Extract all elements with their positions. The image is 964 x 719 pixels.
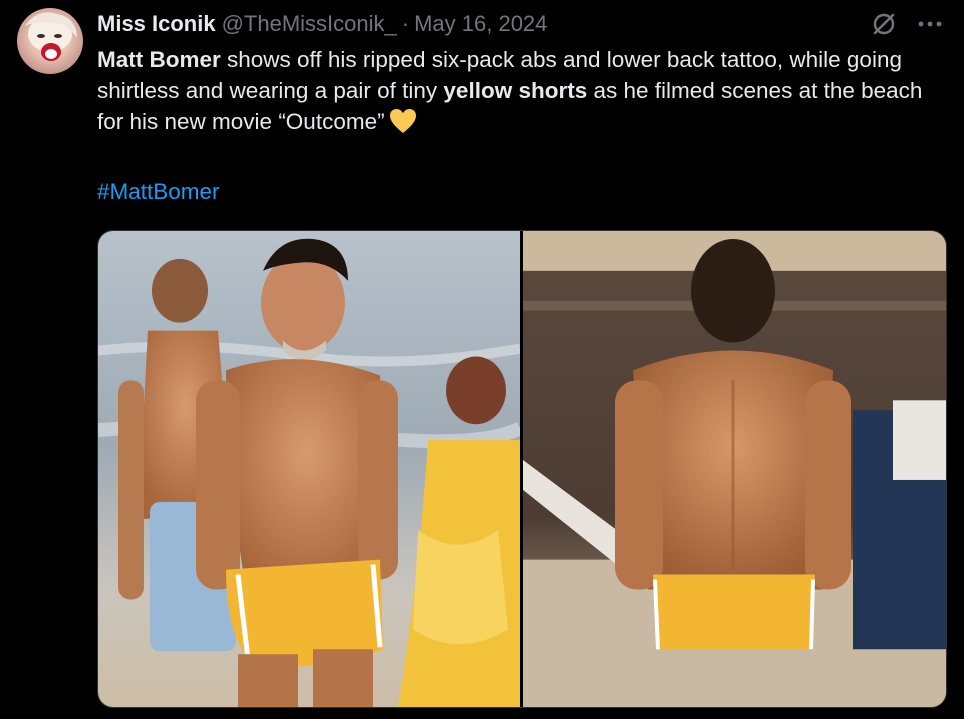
avatar[interactable] [17, 8, 83, 74]
tweet-header: Miss Iconik @TheMissIconik_ · May 16, 20… [97, 9, 547, 39]
tweet: Miss Iconik @TheMissIconik_ · May 16, 20… [0, 0, 964, 719]
header-actions [870, 10, 944, 38]
tweet-text: Matt Bomer shows off his ripped six-pack… [97, 44, 947, 137]
emphasis-text: yellow shorts [443, 78, 588, 103]
user-handle[interactable]: @TheMissIconik_ [222, 11, 397, 37]
separator-dot: · [401, 11, 410, 36]
more-icon[interactable] [916, 10, 944, 38]
hashtag-link[interactable]: #MattBomer [97, 176, 220, 207]
grok-icon[interactable] [870, 10, 898, 38]
tweet-date[interactable]: May 16, 2024 [414, 11, 547, 37]
media-grid [97, 230, 947, 708]
avatar-image [25, 12, 77, 61]
photo-left[interactable] [98, 231, 520, 707]
mention-name: Matt Bomer [97, 47, 221, 72]
photo-right[interactable] [523, 231, 946, 707]
display-name[interactable]: Miss Iconik [97, 11, 216, 37]
yellow-heart-icon [389, 108, 417, 134]
